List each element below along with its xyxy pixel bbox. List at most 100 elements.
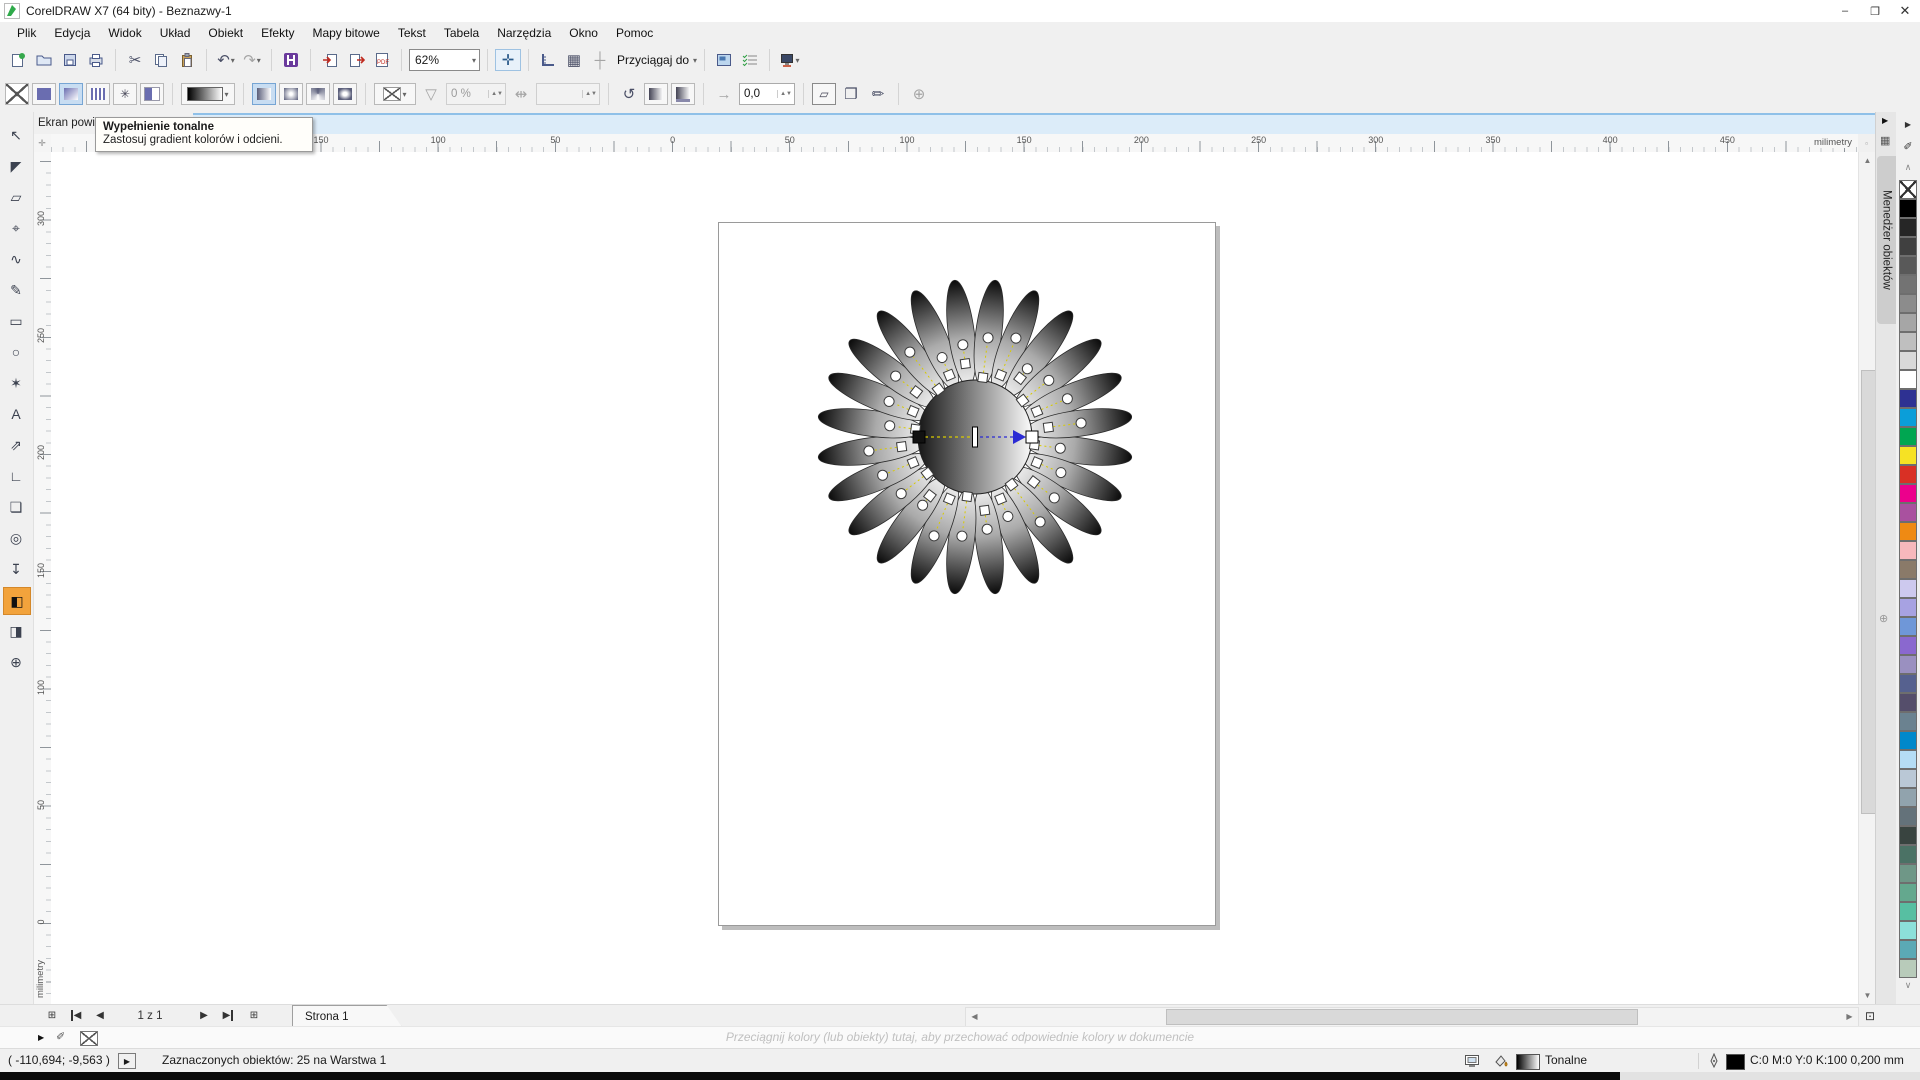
- shape-tool[interactable]: ◤: [3, 153, 29, 179]
- vertical-scrollbar[interactable]: ▲ ▼: [1858, 152, 1876, 1004]
- swatch-554e6b[interactable]: [1899, 693, 1917, 712]
- uniform-fill-button[interactable]: [32, 83, 56, 105]
- swatch-cdc9ee[interactable]: [1899, 579, 1917, 598]
- options-icon[interactable]: [712, 48, 736, 72]
- rectangular-fountain-button[interactable]: [333, 83, 357, 105]
- fill-bucket-icon[interactable]: [1492, 1053, 1509, 1068]
- swatch-ffffff[interactable]: [1899, 370, 1917, 389]
- new-document-button[interactable]: [6, 48, 30, 72]
- palette-flyout-arrow[interactable]: ▶: [1896, 120, 1920, 129]
- swatch-a6a6a6[interactable]: [1899, 313, 1917, 332]
- add-tool-button[interactable]: ⊕: [3, 649, 29, 675]
- swatch-2e3192[interactable]: [1899, 389, 1917, 408]
- swatch-4b7265[interactable]: [1899, 845, 1917, 864]
- pattern-fill-button[interactable]: [86, 83, 110, 105]
- reverse-fill-button[interactable]: ↺: [617, 82, 641, 106]
- add-page-button-2[interactable]: ⊞: [246, 1007, 262, 1024]
- fullscreen-preview-button[interactable]: ▾: [777, 48, 801, 72]
- scroll-down-arrow[interactable]: ▼: [1859, 987, 1876, 1004]
- swatch-56618f[interactable]: [1899, 674, 1917, 693]
- swatch-737373[interactable]: [1899, 275, 1917, 294]
- swatch-595959[interactable]: [1899, 256, 1917, 275]
- swatch-a9519f[interactable]: [1899, 503, 1917, 522]
- spin-arrows[interactable]: ▲▼: [582, 90, 599, 98]
- swatch-6b8290[interactable]: [1899, 712, 1917, 731]
- smooth-transition-button[interactable]: [644, 83, 668, 105]
- save-button[interactable]: [58, 48, 82, 72]
- swatch-000000[interactable]: [1899, 199, 1917, 218]
- swatch-f6e224[interactable]: [1899, 446, 1917, 465]
- show-grid-button[interactable]: ▦: [562, 48, 586, 72]
- interactive-fill-tool[interactable]: ◧: [3, 587, 31, 615]
- horizontal-scroll-thumb[interactable]: [1166, 1009, 1638, 1025]
- menu-mapy-bitowe[interactable]: Mapy bitowe: [303, 24, 388, 42]
- ellipse-tool[interactable]: ○: [3, 339, 29, 365]
- vertical-scroll-thumb[interactable]: [1861, 370, 1876, 814]
- connector-tool[interactable]: ∟: [3, 463, 29, 489]
- flower-drawing[interactable]: [51, 152, 1858, 1004]
- menu-plik[interactable]: Plik: [8, 24, 45, 42]
- swatch-b8cbba[interactable]: [1899, 959, 1917, 978]
- text-tool[interactable]: A: [3, 401, 29, 427]
- contour-tool[interactable]: ◎: [3, 525, 29, 551]
- cut-button[interactable]: ✂: [123, 48, 147, 72]
- free-scale-skew-button[interactable]: ▱: [812, 83, 836, 105]
- checklist-icon[interactable]: [738, 48, 762, 72]
- no-fill-button[interactable]: [5, 83, 29, 105]
- close-button[interactable]: ✕: [1890, 0, 1920, 22]
- freehand-tool[interactable]: ∿: [3, 246, 29, 272]
- minimize-button[interactable]: –: [1830, 0, 1860, 22]
- menu-narzędzia[interactable]: Narzędzia: [488, 24, 560, 42]
- ruler-origin[interactable]: ✛: [33, 134, 52, 153]
- palette-eyedropper-icon[interactable]: ✐: [1896, 140, 1920, 153]
- scroll-up-arrow[interactable]: ▲: [1859, 152, 1876, 169]
- purple-h-icon[interactable]: [279, 48, 303, 72]
- zoom-level-combobox[interactable]: 62% ▾: [409, 49, 480, 71]
- pick-tool[interactable]: ↖: [3, 122, 29, 148]
- node-color-dropdown[interactable]: ▾: [374, 83, 416, 105]
- docker-tab-object-manager[interactable]: Menedżer obiektów: [1877, 156, 1896, 324]
- palette-scroll-up[interactable]: ∧: [1896, 162, 1920, 173]
- print-button[interactable]: [84, 48, 108, 72]
- crop-tool[interactable]: ▱: [3, 184, 29, 210]
- menu-układ[interactable]: Układ: [151, 24, 200, 42]
- swatch-262626[interactable]: [1899, 218, 1917, 237]
- horizontal-ruler[interactable]: milimetry 150100500501001502002503003504…: [51, 134, 1858, 153]
- spin-arrows[interactable]: ▲▼: [777, 90, 794, 98]
- swatch-5ba9b5[interactable]: [1899, 940, 1917, 959]
- swatch-64a88e[interactable]: [1899, 883, 1917, 902]
- undo-button[interactable]: ↶▾: [214, 48, 238, 72]
- node-position-stepper[interactable]: ▲▼: [536, 83, 600, 105]
- status-flyout-button[interactable]: ▶: [118, 1053, 136, 1069]
- scroll-right-arrow[interactable]: ▶: [1841, 1008, 1858, 1024]
- swatch-f7b8bc[interactable]: [1899, 541, 1917, 560]
- add-page-button[interactable]: ⊞: [44, 1007, 60, 1024]
- next-page-button[interactable]: ▶: [196, 1007, 212, 1024]
- menu-edycja[interactable]: Edycja: [45, 24, 99, 42]
- spin-arrows[interactable]: ▲▼: [488, 90, 505, 98]
- palette-scroll-down[interactable]: ∨: [1896, 980, 1920, 991]
- edit-fill-button[interactable]: ✏: [866, 82, 890, 106]
- postscript-fill-button[interactable]: [140, 83, 164, 105]
- swatch-ef8a13[interactable]: [1899, 522, 1917, 541]
- snap-to-dropdown[interactable]: Przyciągaj do ▾: [614, 48, 697, 72]
- conical-fountain-button[interactable]: [306, 83, 330, 105]
- fountain-fill-button[interactable]: [59, 83, 83, 105]
- fill-status-swatch[interactable]: [1516, 1054, 1540, 1070]
- swatch-d93025[interactable]: [1899, 465, 1917, 484]
- last-page-button[interactable]: ▶: [220, 1007, 236, 1024]
- elliptical-fountain-button[interactable]: [279, 83, 303, 105]
- menu-pomoc[interactable]: Pomoc: [607, 24, 662, 42]
- docker-expand-icon[interactable]: ⊕: [1879, 612, 1888, 625]
- menu-obiekt[interactable]: Obiekt: [199, 24, 252, 42]
- previous-page-button[interactable]: ◀: [92, 1007, 108, 1024]
- swatch-8a68cf[interactable]: [1899, 636, 1917, 655]
- swatch-0b9ed9[interactable]: [1899, 408, 1917, 427]
- menu-widok[interactable]: Widok: [99, 24, 150, 42]
- zoom-to-page-button[interactable]: ✛: [495, 49, 521, 71]
- drop-shadow-tool[interactable]: ❏: [3, 494, 29, 520]
- swatch-9a90c0[interactable]: [1899, 655, 1917, 674]
- menu-efekty[interactable]: Efekty: [252, 24, 303, 42]
- rectangle-tool[interactable]: ▭: [3, 308, 29, 334]
- copy-fill-properties-button[interactable]: ❐: [839, 82, 863, 106]
